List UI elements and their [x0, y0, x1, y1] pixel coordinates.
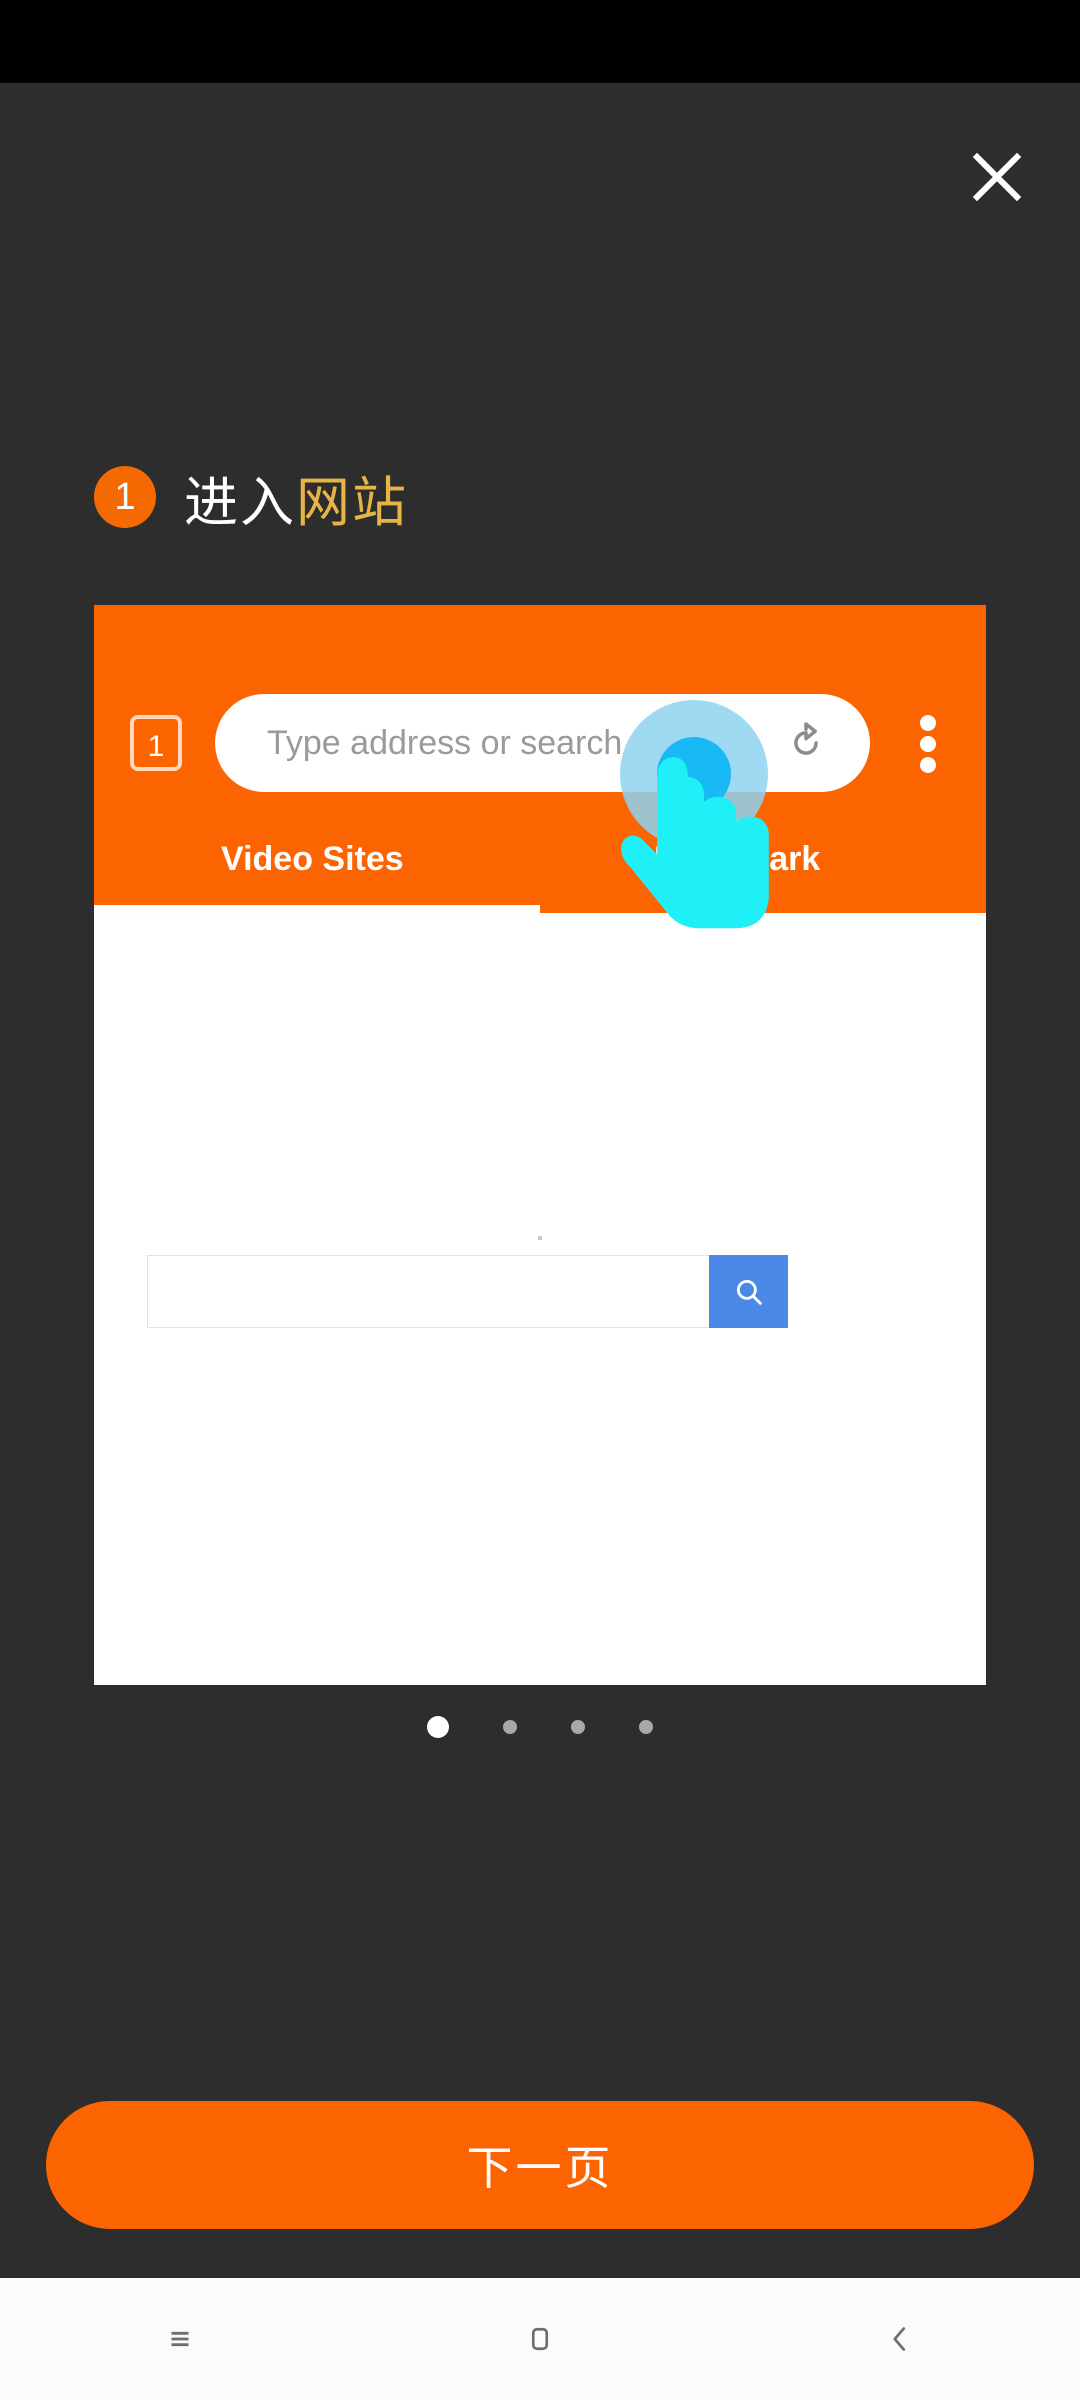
tab-video-sites[interactable]: Video Sites — [221, 840, 404, 879]
status-bar — [0, 0, 1080, 83]
address-input-placeholder[interactable]: Type address or search — [267, 724, 784, 763]
mockup-tab-strip: Video Sites Bookmark — [94, 840, 986, 900]
step-heading: 1 进入网站 — [94, 458, 408, 536]
menu-dot — [920, 757, 936, 773]
carousel-dots — [0, 1716, 1080, 1738]
page-title: 进入网站 — [184, 458, 408, 537]
android-nav-bar — [0, 2278, 1080, 2400]
tab-bookmark[interactable]: Bookmark — [654, 840, 820, 879]
screen-root: 1 进入网站 1 Type address or search Video Si… — [0, 0, 1080, 2400]
menu-dot — [920, 715, 936, 731]
search-button[interactable] — [709, 1255, 788, 1328]
home-button[interactable] — [360, 2278, 720, 2400]
back-button[interactable] — [720, 2278, 1080, 2400]
step-title-accent: 网站 — [296, 472, 408, 533]
refresh-icon[interactable] — [784, 721, 828, 765]
home-icon — [531, 2327, 549, 2351]
close-button[interactable] — [930, 110, 1060, 240]
overflow-menu-icon[interactable] — [920, 715, 936, 773]
carousel-dot-4[interactable] — [639, 1720, 653, 1734]
step-title-plain: 进入 — [184, 472, 296, 533]
page-content-dot — [538, 1236, 542, 1240]
next-page-button[interactable]: 下一页 — [46, 2101, 1034, 2229]
recents-icon — [171, 2331, 189, 2347]
search-input[interactable] — [147, 1255, 709, 1328]
back-icon — [893, 2327, 906, 2351]
carousel-dot-3[interactable] — [571, 1720, 585, 1734]
address-bar[interactable]: Type address or search — [215, 694, 870, 792]
active-tab-indicator — [94, 905, 540, 913]
menu-dot — [920, 736, 936, 752]
recents-button[interactable] — [0, 2278, 360, 2400]
carousel-dot-2[interactable] — [503, 1720, 517, 1734]
search-icon — [736, 1279, 762, 1305]
carousel-dot-1[interactable] — [427, 1716, 449, 1738]
close-icon — [972, 152, 1022, 202]
step-number-badge: 1 — [94, 466, 156, 528]
page-search-row — [147, 1255, 788, 1328]
tab-count-chip[interactable]: 1 — [130, 715, 182, 771]
